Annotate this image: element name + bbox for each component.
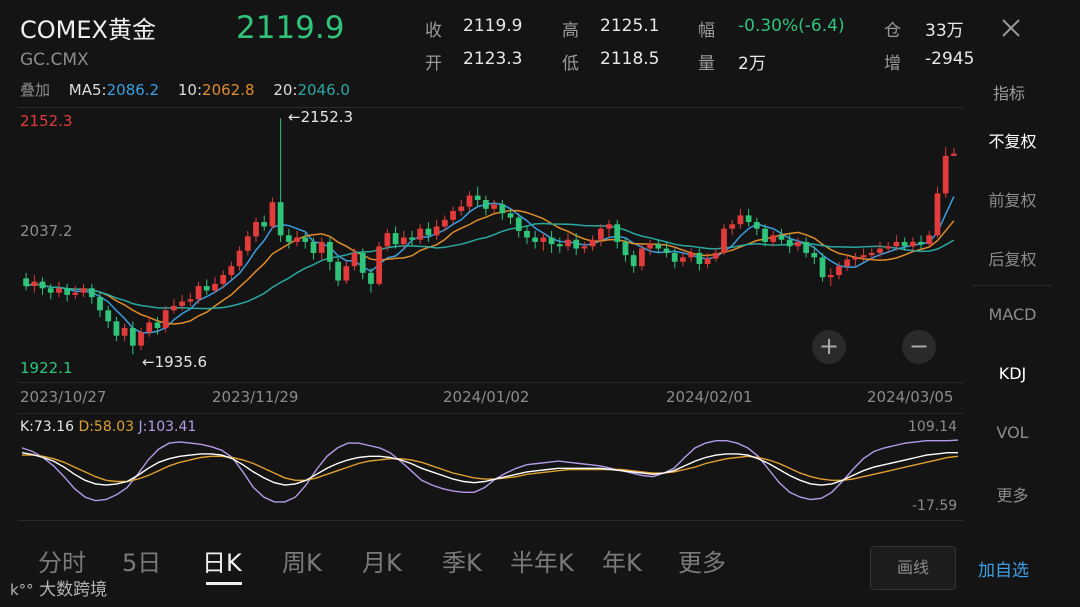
kdj-chart[interactable] [0,0,1080,607]
tab-monthly-k[interactable]: 月K [362,543,402,578]
tab-quarterly-k[interactable]: 季K [442,543,482,578]
tab-daily-k[interactable]: 日K [202,543,242,578]
tab-5day[interactable]: 5日 [122,543,161,578]
no-adjust-button[interactable]: 不复权 [975,128,1050,152]
backward-adjust-button[interactable]: 后复权 [975,246,1050,270]
vol-button[interactable]: VOL [975,423,1050,442]
tab-halfyear-k[interactable]: 半年K [510,543,574,578]
watermark: k°° 大数跨境 [10,575,107,600]
more-indicators-button[interactable]: 更多 [975,482,1050,506]
tab-intraday[interactable]: 分时 [38,543,86,578]
forward-adjust-button[interactable]: 前复权 [975,187,1050,211]
active-tab-indicator [206,582,242,585]
tab-weekly-k[interactable]: 周K [282,543,322,578]
watermark-logo-icon: k°° [10,581,34,599]
draw-line-button[interactable]: 画线 [870,546,956,590]
kdj-button[interactable]: KDJ [975,364,1050,383]
macd-button[interactable]: MACD [975,305,1050,324]
d-line [22,454,959,483]
j-line [21,439,959,503]
tab-yearly-k[interactable]: 年K [602,543,642,578]
tab-more[interactable]: 更多 [678,543,726,578]
add-to-watchlist-button[interactable]: 加自选 [978,556,1029,581]
watermark-text: 大数跨境 [39,580,108,600]
sidebar-divider [972,285,1052,286]
